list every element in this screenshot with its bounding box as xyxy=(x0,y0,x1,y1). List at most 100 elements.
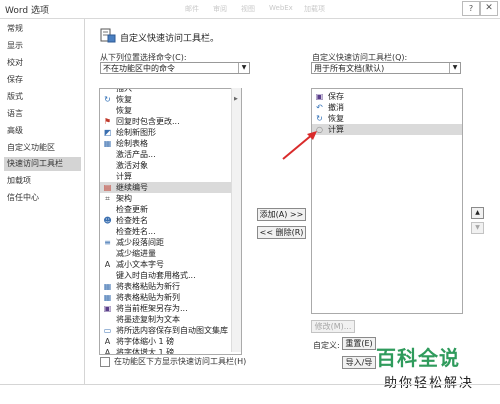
sidebar-item-trust-center[interactable]: 信任中心 xyxy=(7,191,81,205)
command-list-item[interactable]: 将墨迹复制为文本 xyxy=(100,314,241,325)
show-below-ribbon-label: 在功能区下方显示快速访问工具栏(H) xyxy=(114,357,247,366)
command-list-item[interactable]: 计算 xyxy=(100,171,241,182)
commands-list[interactable]: 插入 ↻ 恢复 恢复 ⚑ 回复时包含更改... ◩ 绘制新图形 ▦ 绘制表格 激活产品... 激活对象… xyxy=(99,88,242,355)
calendar-icon: ▤ xyxy=(103,183,112,192)
customize-toolbar-dropdown[interactable]: 用于所有文档(默认) ▼ xyxy=(311,62,461,74)
command-list-item[interactable]: ▣ 将当前框架另存为... xyxy=(100,303,241,314)
move-down-button[interactable]: ▼ xyxy=(471,222,484,234)
command-list-item-label: 计算 xyxy=(116,172,132,181)
command-list-item-label: 继续编号 xyxy=(116,183,148,192)
sidebar-item-display[interactable]: 显示 xyxy=(7,39,81,53)
command-list-item-label: 检查姓名... xyxy=(116,227,156,236)
command-list-item[interactable]: ⚑ 回复时包含更改... xyxy=(100,116,241,127)
redo-icon: ↻ xyxy=(104,95,111,104)
sidebar-item-proofing[interactable]: 校对 xyxy=(7,56,81,70)
table-icon: ▦ xyxy=(103,293,112,302)
blank-icon xyxy=(103,89,112,93)
sidebar-item-advanced[interactable]: 高级 xyxy=(7,124,81,138)
blank-icon xyxy=(103,249,112,258)
blank-icon xyxy=(103,227,112,236)
command-list-item[interactable]: ▦ 将表格粘贴为新列 xyxy=(100,292,241,303)
command-list-item[interactable]: 恢复 xyxy=(100,105,241,116)
toolbar-list-item-label: 保存 xyxy=(328,92,344,101)
choose-commands-value: 不在功能区中的命令 xyxy=(103,64,175,73)
font-icon: A xyxy=(104,348,111,355)
command-list-item[interactable]: 检查姓名... xyxy=(100,226,241,237)
command-list-item-label: 激活产品... xyxy=(116,150,156,159)
reset-button[interactable]: 重置(E) xyxy=(342,337,376,350)
command-list-item-label: 架构 xyxy=(116,194,132,203)
sidebar-item-customize-ribbon[interactable]: 自定义功能区 xyxy=(7,141,81,155)
sidebar-item-general[interactable]: 常规 xyxy=(7,22,81,36)
toolbar-list-item[interactable]: ↻ 恢复 xyxy=(312,113,462,124)
add-button[interactable]: 添加(A) >> xyxy=(257,208,306,221)
commands-scrollbar[interactable]: ▶ xyxy=(231,88,241,352)
command-list-item[interactable]: A 减小文本字号 xyxy=(100,259,241,270)
command-list-item[interactable]: ⌗ 架构 xyxy=(100,193,241,204)
flag-icon: ⚑ xyxy=(103,117,112,126)
blank-icon xyxy=(103,172,112,181)
modify-button[interactable]: 修改(M)... xyxy=(311,320,355,333)
customize-toolbar-value: 用于所有文档(默认) xyxy=(314,64,385,73)
undo-icon: ↶ xyxy=(316,103,323,112)
sidebar-item-addins[interactable]: 加载项 xyxy=(7,174,81,188)
command-list-item-label: 恢复 xyxy=(116,106,132,115)
save-icon: ▣ xyxy=(315,92,324,101)
annotation-arrow-icon xyxy=(282,131,317,160)
command-list-item[interactable]: 键入时自动套用格式... xyxy=(100,270,241,281)
command-list-item-label: 将墨迹复制为文本 xyxy=(116,315,180,324)
font-icon: A xyxy=(104,260,111,269)
sidebar-item-save[interactable]: 保存 xyxy=(7,73,81,87)
toolbar-list-item[interactable]: ▣ 保存 xyxy=(312,91,462,102)
command-list-item-label: 键入时自动套用格式... xyxy=(116,271,196,280)
import-export-button[interactable]: 导入/导 xyxy=(342,356,376,369)
close-button[interactable]: ✕ xyxy=(480,1,498,16)
command-list-item[interactable]: 激活产品... xyxy=(100,149,241,160)
command-list-item[interactable]: 检查更新 xyxy=(100,204,241,215)
toolbar-list-item[interactable]: ↶ 撤消 xyxy=(312,102,462,113)
command-list-item[interactable]: ≡ 减少段落间距 xyxy=(100,237,241,248)
command-list-item[interactable]: ☻ 检查姓名 xyxy=(100,215,241,226)
page-heading: 自定义快速访问工具栏。 xyxy=(120,34,220,44)
sidebar: 常规 显示 校对 保存 版式 语言 高级 自定义功能区 快速访问工具栏 加载项 … xyxy=(0,19,85,384)
table-icon: ▦ xyxy=(103,282,112,291)
blank-icon xyxy=(103,205,112,214)
redo-icon: ↻ xyxy=(316,114,323,123)
command-list-item-label: 绘制新图形 xyxy=(116,128,156,137)
move-up-button[interactable]: ▲ xyxy=(471,207,484,219)
command-list-item[interactable]: 减少缩进量 xyxy=(100,248,241,259)
toolbar-list-item[interactable]: ○ 计算 xyxy=(312,124,462,135)
command-list-item-label: 将字体增大 1 磅 xyxy=(116,348,175,355)
sidebar-item-layout[interactable]: 版式 xyxy=(7,90,81,104)
help-button[interactable]: ? xyxy=(462,1,480,16)
command-list-item[interactable]: A 将字体增大 1 磅 xyxy=(100,347,241,355)
command-list-item-label: 将字体缩小 1 磅 xyxy=(116,337,175,346)
command-list-item-label: 恢复 xyxy=(116,95,132,104)
window-title: Word 选项 xyxy=(5,6,49,16)
command-list-item[interactable]: 激活对象 xyxy=(100,160,241,171)
command-list-item-label: 绘制表格 xyxy=(116,139,148,148)
command-list-item-label: 激活对象 xyxy=(116,161,148,170)
toolbar-commands-list[interactable]: ▣ 保存 ↶ 撤消 ↻ 恢复 ○ 计算 xyxy=(311,88,463,314)
choose-commands-dropdown[interactable]: 不在功能区中的命令 ▼ xyxy=(100,62,250,74)
toolbar-list-item-label: 撤消 xyxy=(328,103,344,112)
command-list-item[interactable]: ◩ 绘制新图形 xyxy=(100,127,241,138)
command-list-item[interactable]: ▦ 将表格粘贴为新行 xyxy=(100,281,241,292)
ghost-tab: WebEx xyxy=(269,4,293,12)
blank-icon xyxy=(103,150,112,159)
command-list-item-label: 检查姓名 xyxy=(116,216,148,225)
sidebar-item-quick-access[interactable]: 快速访问工具栏 xyxy=(4,157,81,171)
command-list-item[interactable]: ▭ 将所选内容保存到自动图文集库 xyxy=(100,325,241,336)
command-list-item[interactable]: ▤ 继续编号 xyxy=(100,182,241,193)
crop-icon: ⌗ xyxy=(105,194,110,203)
command-list-item-label: 减少缩进量 xyxy=(116,249,156,258)
show-below-ribbon-checkbox[interactable] xyxy=(100,357,110,367)
sidebar-item-language[interactable]: 语言 xyxy=(7,107,81,121)
command-list-item[interactable]: ▦ 绘制表格 xyxy=(100,138,241,149)
doc-icon: ▭ xyxy=(103,326,112,335)
blank-icon xyxy=(103,315,112,324)
command-list-item-label: 回复时包含更改... xyxy=(116,117,180,126)
remove-button[interactable]: << 删除(R) xyxy=(257,226,306,239)
command-list-item[interactable]: A 将字体缩小 1 磅 xyxy=(100,336,241,347)
command-list-item[interactable]: ↻ 恢复 xyxy=(100,94,241,105)
